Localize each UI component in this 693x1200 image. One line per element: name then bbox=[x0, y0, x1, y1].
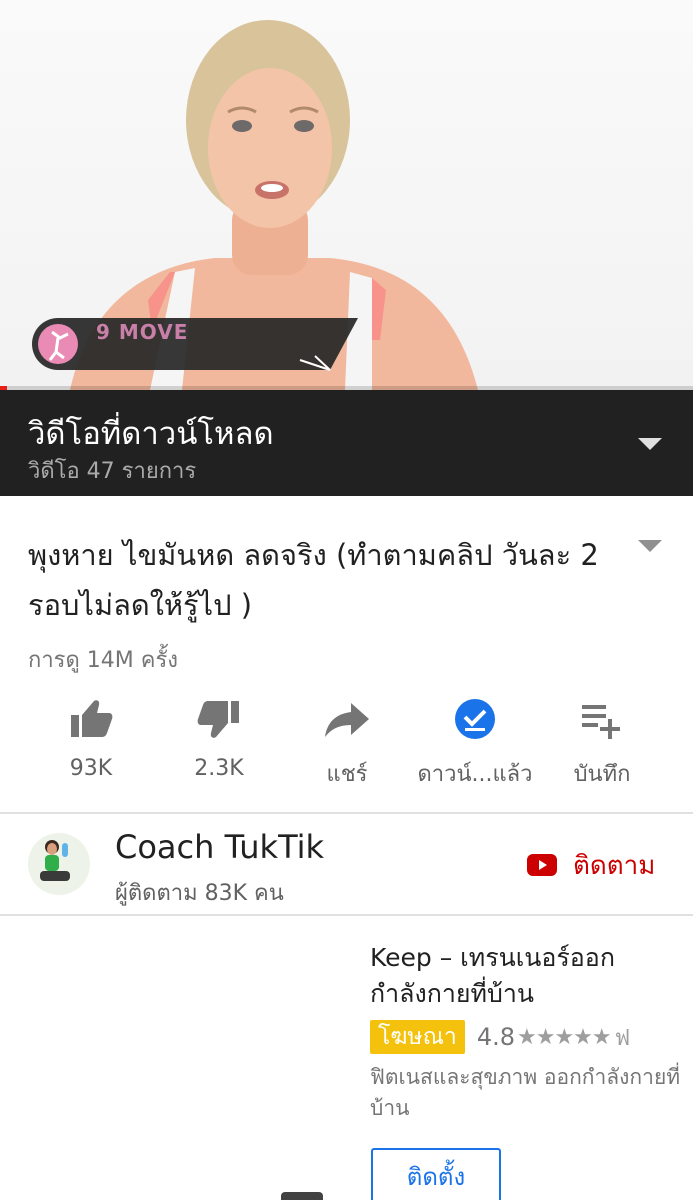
download-button[interactable]: ดาวน์...แล้ว bbox=[405, 695, 545, 795]
star-rating-icon: ★★★★★ bbox=[517, 1024, 612, 1050]
dislike-count: 2.3K bbox=[194, 756, 244, 781]
download-label: ดาวน์...แล้ว bbox=[417, 762, 533, 787]
thumbs-up-icon bbox=[71, 700, 113, 737]
video-player[interactable]: 9 MOVE bbox=[0, 0, 693, 390]
install-button[interactable]: ติดตั้ง bbox=[371, 1148, 501, 1200]
chevron-down-icon[interactable] bbox=[636, 436, 664, 452]
like-button[interactable]: 93K bbox=[21, 695, 161, 795]
downloaded-check-icon bbox=[455, 699, 495, 739]
move-overlay-text: 9 MOVE bbox=[96, 320, 189, 344]
playlist-title: วิดีโอที่ดาวน์โหลด bbox=[28, 416, 274, 452]
share-label: แชร์ bbox=[326, 762, 368, 787]
ad-title[interactable]: Keep – เทรนเนอร์ออกกำลังกายที่บ้าน bbox=[370, 940, 670, 1012]
playlist-add-icon bbox=[582, 705, 620, 739]
share-button[interactable]: แชร์ bbox=[277, 695, 417, 795]
video-title[interactable]: พุงหาย ไขมันหด ลดจริง (ทำตามคลิป วันละ 2… bbox=[28, 530, 618, 630]
thumbs-down-icon bbox=[197, 701, 239, 738]
subscriber-count: ผู้ติดตาม 83K คน bbox=[115, 881, 284, 906]
expand-description-icon[interactable] bbox=[636, 538, 664, 554]
view-count: การดู 14M ครั้ง bbox=[28, 648, 179, 673]
subscribe-button[interactable]: ติดตาม bbox=[527, 845, 655, 885]
ad-meta-row: โฆษณา 4.8 ★★★★★ ฟ bbox=[370, 1019, 631, 1055]
channel-avatar-image bbox=[28, 833, 90, 895]
avatar[interactable] bbox=[28, 833, 90, 895]
subscribe-label: ติดตาม bbox=[573, 850, 656, 881]
save-button[interactable]: บันทึก bbox=[532, 695, 672, 795]
bottom-handle bbox=[281, 1192, 323, 1200]
ad-rating: 4.8 bbox=[476, 1023, 516, 1051]
dislike-button[interactable]: 2.3K bbox=[149, 695, 289, 795]
divider bbox=[0, 812, 693, 814]
playlist-count: วิดีโอ 47 รายการ bbox=[28, 459, 197, 484]
ad-meta-trailing: ฟ bbox=[614, 1025, 631, 1051]
channel-name[interactable]: Coach TukTik bbox=[115, 828, 324, 866]
divider bbox=[0, 914, 693, 916]
downloads-playlist-bar[interactable]: วิดีโอที่ดาวน์โหลด วิดีโอ 47 รายการ bbox=[0, 390, 693, 496]
like-count: 93K bbox=[69, 756, 113, 781]
save-label: บันทึก bbox=[573, 762, 631, 787]
share-icon bbox=[325, 703, 369, 737]
youtube-logo-icon bbox=[527, 854, 557, 876]
ad-badge: โฆษณา bbox=[370, 1020, 465, 1054]
move-banner bbox=[32, 318, 358, 371]
ad-description: ฟิตเนสและสุขภาพ ออกกำลังกายที่บ้าน bbox=[370, 1065, 681, 1120]
